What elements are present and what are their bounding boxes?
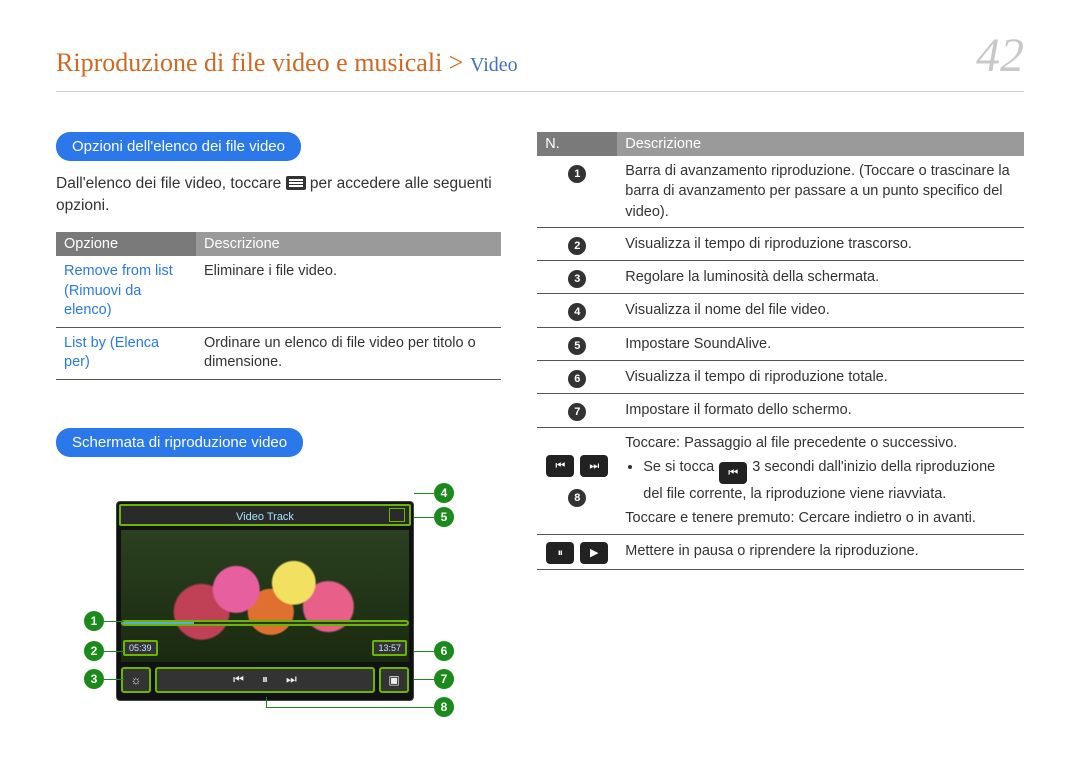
- play-icon: ▶: [580, 542, 608, 564]
- player-title-text: Video Track: [236, 511, 294, 523]
- desc-text: Regolare la luminosità della schermata.: [617, 261, 1024, 294]
- num-badge: 7: [568, 403, 586, 421]
- num-badge: 3: [568, 270, 586, 288]
- video-player: Video Track 05:39 13:57 ☼ ⏮ ⏸ ⏭ ▣: [116, 501, 414, 701]
- desc-cell: Ordinare un elenco di file video per tit…: [196, 327, 501, 379]
- callout-line: [104, 621, 124, 622]
- row8-bullet: Se si tocca ⏮ 3 secondi dall'inizio dell…: [643, 457, 1016, 504]
- prev-track-icon: ⏮: [546, 455, 574, 477]
- callout-line: [104, 679, 124, 680]
- desc-cell: Eliminare i file video.: [196, 256, 501, 327]
- callout-line: [266, 707, 434, 708]
- desc-text: Impostare SoundAlive.: [617, 327, 1024, 360]
- desc-text: Visualizza il tempo di riproduzione tras…: [617, 227, 1024, 260]
- page-header: Riproduzione di file video e musicali > …: [56, 28, 1024, 92]
- pause-icon[interactable]: ⏸: [262, 672, 268, 687]
- num-badge: 5: [568, 337, 586, 355]
- row8-line3: Toccare e tenere premuto: Cercare indiet…: [625, 508, 1016, 528]
- callout-line: [414, 493, 434, 494]
- prev-track-icon-inline: ⏮: [719, 462, 747, 484]
- intro-before: Dall'elenco dei file video, toccare: [56, 175, 286, 192]
- desc-text: Visualizza il tempo di riproduzione tota…: [617, 361, 1024, 394]
- table-row: 1 Barra di avanzamento riproduzione. (Toc…: [537, 156, 1024, 227]
- th-desc2: Descrizione: [617, 132, 1024, 156]
- breadcrumb: Riproduzione di file video e musicali > …: [56, 48, 518, 78]
- page-number: 42: [976, 28, 1024, 83]
- desc-text-8: Toccare: Passaggio al file precedente o …: [617, 427, 1024, 534]
- callout-6: 6: [434, 641, 454, 661]
- table-row: 5 Impostare SoundAlive.: [537, 327, 1024, 360]
- callout-5: 5: [434, 507, 454, 527]
- brightness-button[interactable]: ☼: [121, 667, 151, 693]
- time-row: 05:39 13:57: [123, 640, 407, 656]
- callout-8: 8: [434, 697, 454, 717]
- table-row: 7 Impostare il formato dello schermo.: [537, 394, 1024, 427]
- description-table: N. Descrizione 1 Barra di avanzamento rip…: [537, 132, 1024, 570]
- table-row: List by (Elenca per) Ordinare un elenco …: [56, 327, 501, 379]
- options-table: Opzione Descrizione Remove from list (Ri…: [56, 232, 501, 380]
- table-row: 6 Visualizza il tempo di riproduzione tot…: [537, 361, 1024, 394]
- elapsed-time: 05:39: [123, 640, 158, 656]
- opt-cell: Remove from list (Rimuovi da elenco): [56, 256, 196, 327]
- callout-line: [414, 517, 434, 518]
- row8-bullet-before: Se si tocca: [643, 459, 718, 475]
- progress-bar[interactable]: [121, 620, 409, 626]
- desc-text-9: Mettere in pausa o riprendere la riprodu…: [617, 534, 1024, 569]
- row8-line1: Toccare: Passaggio al file precedente o …: [625, 433, 1016, 453]
- menu-icon: [286, 176, 306, 190]
- callout-7: 7: [434, 669, 454, 689]
- table-row: 4 Visualizza il nome del file video.: [537, 294, 1024, 327]
- num-badge: 6: [568, 370, 586, 388]
- callout-3: 3: [84, 669, 104, 689]
- th-option: Opzione: [56, 232, 196, 256]
- callout-line: [104, 651, 124, 652]
- soundalive-icon: [389, 508, 405, 522]
- table-row: 3 Regolare la luminosità della schermata.: [537, 261, 1024, 294]
- num-badge: 4: [568, 303, 586, 321]
- th-n: N.: [537, 132, 617, 156]
- breadcrumb-sub: Video: [470, 54, 518, 76]
- table-row: ⏮ ⏭ 8 Toccare: Passaggio al file precede…: [537, 427, 1024, 534]
- player-diagram: Video Track 05:39 13:57 ☼ ⏮ ⏸ ⏭ ▣: [96, 483, 466, 713]
- intro-text: Dall'elenco dei file video, toccare per …: [56, 173, 501, 218]
- screen-format-button[interactable]: ▣: [379, 667, 409, 693]
- next-track-icon: ⏭: [580, 455, 608, 477]
- th-desc: Descrizione: [196, 232, 501, 256]
- pause-play-icons: ⏸ ▶: [545, 542, 609, 564]
- callout-line: [414, 679, 434, 680]
- breadcrumb-main: Riproduzione di file video e musicali >: [56, 48, 470, 77]
- num-badge: 8: [568, 489, 586, 507]
- table-row: Remove from list (Rimuovi da elenco) Eli…: [56, 256, 501, 327]
- prev-icon[interactable]: ⏮: [233, 672, 244, 687]
- table-row: 2 Visualizza il tempo di riproduzione tra…: [537, 227, 1024, 260]
- total-time: 13:57: [372, 640, 407, 656]
- table-row: ⏸ ▶ Mettere in pausa o riprendere la rip…: [537, 534, 1024, 569]
- desc-text: Impostare il formato dello schermo.: [617, 394, 1024, 427]
- callout-2: 2: [84, 641, 104, 661]
- prev-next-icons: ⏮ ⏭: [545, 455, 609, 477]
- callout-line: [414, 651, 434, 652]
- next-icon[interactable]: ⏭: [286, 672, 297, 687]
- player-controls: ☼ ⏮ ⏸ ⏭ ▣: [121, 664, 409, 696]
- section-title-options: Opzioni dell'elenco dei file video: [56, 132, 301, 161]
- num-badge: 1: [568, 165, 586, 183]
- section-title-playback: Schermata di riproduzione video: [56, 428, 303, 457]
- opt-cell: List by (Elenca per): [56, 327, 196, 379]
- callout-line: [266, 697, 267, 707]
- player-titlebar: Video Track: [119, 504, 411, 526]
- callout-4: 4: [434, 483, 454, 503]
- pause-icon: ⏸: [546, 542, 574, 564]
- num-badge: 2: [568, 237, 586, 255]
- transport-controls[interactable]: ⏮ ⏸ ⏭: [155, 667, 375, 693]
- callout-1: 1: [84, 611, 104, 631]
- desc-text: Barra di avanzamento riproduzione. (Tocc…: [617, 156, 1024, 227]
- desc-text: Visualizza il nome del file video.: [617, 294, 1024, 327]
